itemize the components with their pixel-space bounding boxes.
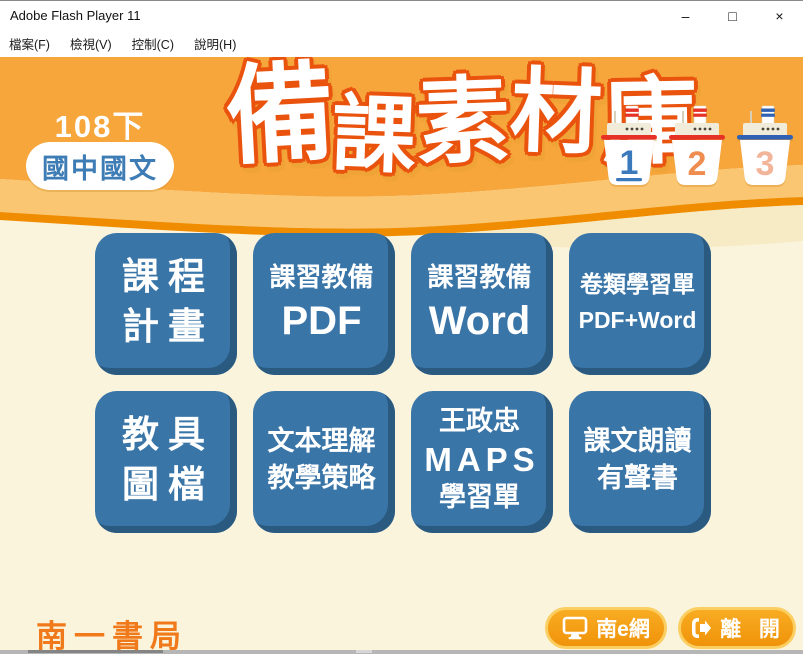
tile-course-plan[interactable]: 課程 計畫 [95,233,237,375]
publisher-logo: 南一書局 [36,611,188,654]
flash-stage: 108下 國中國文 備 課 素 材 庫 1 [0,57,803,654]
window-controls: – □ × [662,1,803,31]
tile-textbook-word[interactable]: 課習教備 Word [411,233,553,375]
tile-line: 學習單 [439,479,520,515]
tile-maps-worksheet[interactable]: 王政忠 MAPS 學習單 [411,391,553,533]
tile-line: 有聲書 [597,460,678,496]
tile-line: 課程 [113,252,214,302]
edge-artifact [28,650,163,653]
menu-control[interactable]: 控制(C) [122,30,184,57]
title-char: 素 [414,73,511,170]
material-grid: 課程 計畫 課習教備 PDF 課習教備 Word 卷類學習單 PDF+Word … [95,233,711,533]
semester-label: 108下 [30,101,170,146]
pager-boat-3[interactable]: 3 [736,101,794,191]
window-bottom-edge [0,650,803,654]
window-title: Adobe Flash Player 11 [10,8,141,23]
subject-pill: 國中國文 [26,142,174,190]
menu-file[interactable]: 檔案(F) [0,30,60,57]
pager-active-underline [616,178,642,181]
tile-line: 圖檔 [113,460,214,510]
flash-player-window: Adobe Flash Player 11 – □ × 檔案(F) 檢視(V) … [0,0,803,654]
tile-line: 卷類學習單 [580,266,695,303]
subject-label: 國中國文 [42,147,158,186]
title-char: 材 [508,65,603,160]
close-button[interactable]: × [756,1,803,31]
monitor-icon [562,616,588,640]
tile-worksheet-pdf-word[interactable]: 卷類學習單 PDF+Word [569,233,711,375]
tile-textbook-pdf[interactable]: 課習教備 PDF [253,233,395,375]
nan-e-web-button[interactable]: 南e網 [545,607,667,649]
window-titlebar: Adobe Flash Player 11 – □ × [0,0,803,30]
maximize-button[interactable]: □ [709,1,756,31]
tile-line: PDF+Word [579,303,697,338]
tile-teaching-aid-images[interactable]: 教具 圖檔 [95,391,237,533]
tile-line: 課文朗讀 [584,423,692,459]
pager-number-1: 1 [620,144,639,182]
tile-text-comprehension[interactable]: 文本理解 教學策略 [253,391,395,533]
pager-boat-2[interactable]: 2 [668,101,726,191]
title-char: 課 [331,92,418,179]
menu-bar: 檔案(F) 檢視(V) 控制(C) 說明(H) [0,30,803,57]
nan-e-web-label: 南e網 [596,613,650,643]
pager-number-3: 3 [756,145,775,183]
tile-line: 王政忠 [439,403,520,439]
tile-audio-book[interactable]: 課文朗讀 有聲書 [569,391,711,533]
exit-button[interactable]: 離 開 [678,607,796,649]
title-char: 備 [223,58,337,172]
tile-line: MAPS [419,440,539,480]
tile-line: 教學策略 [268,460,376,496]
pager-boat-1[interactable]: 1 [600,101,658,191]
minimize-button[interactable]: – [662,1,709,31]
tile-line: PDF [282,297,362,345]
tile-line: Word [429,297,530,345]
tile-line: 課習教備 [427,258,531,297]
tile-line: 教具 [113,410,214,460]
tile-line: 計畫 [113,302,214,352]
exit-icon [688,616,712,640]
exit-label: 離 開 [720,613,786,643]
tile-line: 課習教備 [269,258,373,297]
edge-artifact [356,650,372,653]
menu-view[interactable]: 檢視(V) [60,30,122,57]
tile-line: 文本理解 [268,423,376,459]
pager-number-2: 2 [688,145,707,183]
menu-help[interactable]: 說明(H) [184,30,246,57]
